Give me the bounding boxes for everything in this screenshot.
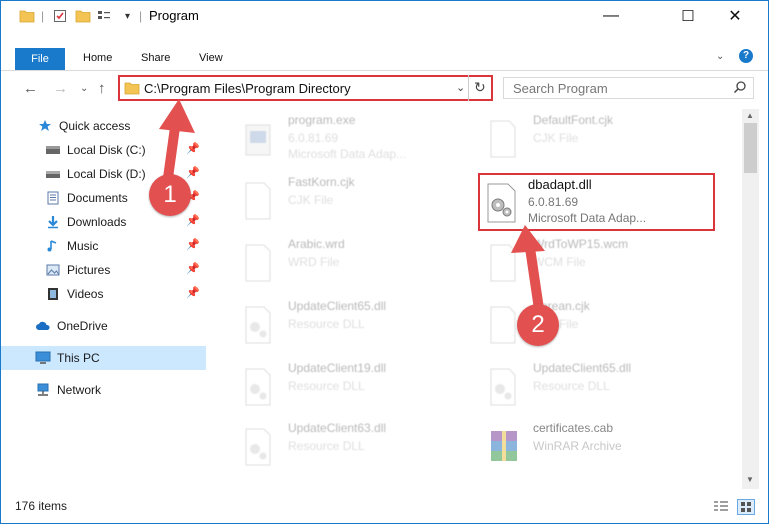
- large-icons-view-icon[interactable]: [737, 499, 755, 515]
- step-badge-1: 1: [149, 174, 191, 216]
- item-count: 176 items: [15, 499, 68, 513]
- scroll-down-icon[interactable]: ▼: [746, 475, 754, 484]
- step-badge-2: 2: [517, 304, 559, 346]
- vertical-scrollbar[interactable]: ▲ ▼: [742, 109, 759, 489]
- arrow-1-head: [159, 99, 195, 133]
- status-bar: 176 items: [1, 491, 768, 523]
- details-view-icon[interactable]: [713, 500, 729, 517]
- explorer-window: | ▾ | Program — ☐ ✕ File Home Share View…: [0, 0, 769, 524]
- scroll-thumb[interactable]: [744, 123, 757, 173]
- scroll-up-icon[interactable]: ▲: [746, 111, 754, 120]
- arrow-2-head: [511, 225, 545, 253]
- annotation-arrows: [159, 99, 545, 314]
